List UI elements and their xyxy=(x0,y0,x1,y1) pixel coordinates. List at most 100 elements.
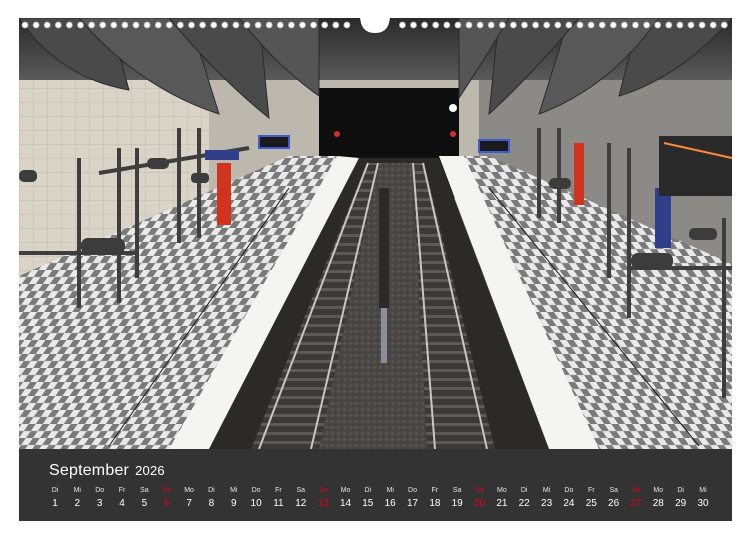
binding-hole xyxy=(210,21,218,29)
day-number: 23 xyxy=(541,498,553,509)
day-number: 22 xyxy=(518,498,530,509)
day-of-week: Mo xyxy=(340,487,351,494)
subway-station-photo xyxy=(19,18,732,449)
day-of-week: Mo xyxy=(184,487,194,494)
binding-hole xyxy=(299,21,306,29)
day-of-week: Mi xyxy=(699,487,707,494)
binding-hole xyxy=(21,21,29,29)
day-of-week: So xyxy=(475,487,484,494)
binding-hole xyxy=(343,21,351,29)
day-number: 20 xyxy=(474,498,486,509)
day-of-week: Sa xyxy=(609,487,618,494)
binding-hole xyxy=(199,21,207,29)
binding-hole xyxy=(432,21,440,29)
binding-hole xyxy=(243,21,251,29)
binding-hole xyxy=(310,21,318,29)
day-of-week: Fr xyxy=(275,487,282,494)
day-number: 24 xyxy=(563,498,575,509)
hanger-hole xyxy=(360,15,390,33)
day-number: 16 xyxy=(384,498,396,509)
day-number: 9 xyxy=(231,498,237,509)
binding-hole xyxy=(676,21,684,29)
day-of-week: Di xyxy=(520,487,528,494)
day-number: 15 xyxy=(362,498,374,509)
day-number: 2 xyxy=(74,498,81,509)
day-of-week: Di xyxy=(208,487,215,494)
day-number: 17 xyxy=(406,498,419,509)
day-of-week: Mi xyxy=(230,487,238,494)
day-of-week: Sa xyxy=(296,487,306,494)
binding-hole xyxy=(498,21,506,29)
day-number: 19 xyxy=(451,498,463,509)
binding-hole xyxy=(720,21,728,29)
day-of-week: Fr xyxy=(118,487,126,494)
day-number: 6 xyxy=(163,498,170,509)
binding-hole xyxy=(421,21,429,29)
binding-hole xyxy=(509,21,517,29)
day-number: 28 xyxy=(652,498,664,509)
calendar-strip: September 2026 Di 1 Mi 2 Do 3 Fr 4 Sa 5 So 6 Mo 7 Di 8 Mi… xyxy=(19,449,732,521)
day-number: 8 xyxy=(208,498,215,509)
day-of-week: So xyxy=(162,487,171,494)
day-number: 1 xyxy=(52,498,58,509)
binding-hole xyxy=(643,21,650,29)
binding-hole xyxy=(621,21,628,29)
binding-hole xyxy=(265,21,273,29)
binding-hole xyxy=(687,21,695,29)
binding-hole xyxy=(465,21,473,29)
binding-hole xyxy=(709,21,717,29)
binding-hole xyxy=(565,21,573,29)
binding-hole xyxy=(698,21,706,29)
day-number: 25 xyxy=(585,498,597,509)
binding-hole xyxy=(276,21,284,29)
year: 2026 xyxy=(135,463,165,478)
binding-hole xyxy=(398,21,406,29)
day-grid: Di 1 Mi 2 Do 3 Fr 4 Sa 5 So 6 Mo 7 Di 8 Mi 9 Do 10 Fr 11 Sa 12 S… xyxy=(44,487,714,517)
binding-hole xyxy=(121,21,129,29)
binding-hole xyxy=(221,21,229,29)
binding-hole xyxy=(576,21,584,29)
day-number: 10 xyxy=(250,498,262,509)
day-of-week: Di xyxy=(51,487,59,494)
binding-hole xyxy=(54,21,62,29)
day-of-week: Di xyxy=(677,487,684,494)
binding-hole xyxy=(232,21,240,29)
binding-hole xyxy=(165,21,173,29)
binding-hole xyxy=(609,21,617,29)
binding-hole xyxy=(521,21,528,29)
binding-hole xyxy=(654,21,662,29)
binding-hole xyxy=(632,21,639,29)
binding-hole xyxy=(66,21,73,29)
binding-hole xyxy=(287,21,295,29)
day-number: 18 xyxy=(429,498,441,509)
day-of-week: So xyxy=(318,487,328,494)
day-of-week: Mo xyxy=(653,487,664,494)
day-of-week: Fr xyxy=(587,487,595,494)
binding-hole xyxy=(665,21,673,29)
binding-hole xyxy=(77,21,84,29)
binding-hole xyxy=(321,21,329,29)
day-number: 29 xyxy=(675,498,687,509)
binding-hole xyxy=(554,21,562,29)
binding-hole xyxy=(454,21,462,29)
binding-hole xyxy=(543,21,551,29)
binding-hole xyxy=(254,21,262,29)
binding-hole xyxy=(410,21,417,29)
binding-hole xyxy=(487,21,495,29)
day-of-week: Fr xyxy=(431,487,439,494)
day-of-week: Do xyxy=(564,487,574,494)
binding-hole xyxy=(110,21,118,29)
month-title: September 2026 xyxy=(49,462,165,480)
day-of-week: Di xyxy=(364,487,372,494)
binding-hole xyxy=(32,21,40,29)
binding-hole xyxy=(332,21,340,29)
day-of-week: Do xyxy=(408,487,417,494)
day-of-week: Mi xyxy=(386,487,394,494)
binding-hole xyxy=(132,21,140,29)
day-number: 26 xyxy=(608,498,620,509)
binding-hole xyxy=(188,21,195,29)
day-number: 4 xyxy=(119,498,125,509)
day-number: 21 xyxy=(496,498,508,509)
binding-hole xyxy=(88,21,95,29)
day-number: 27 xyxy=(630,498,642,509)
